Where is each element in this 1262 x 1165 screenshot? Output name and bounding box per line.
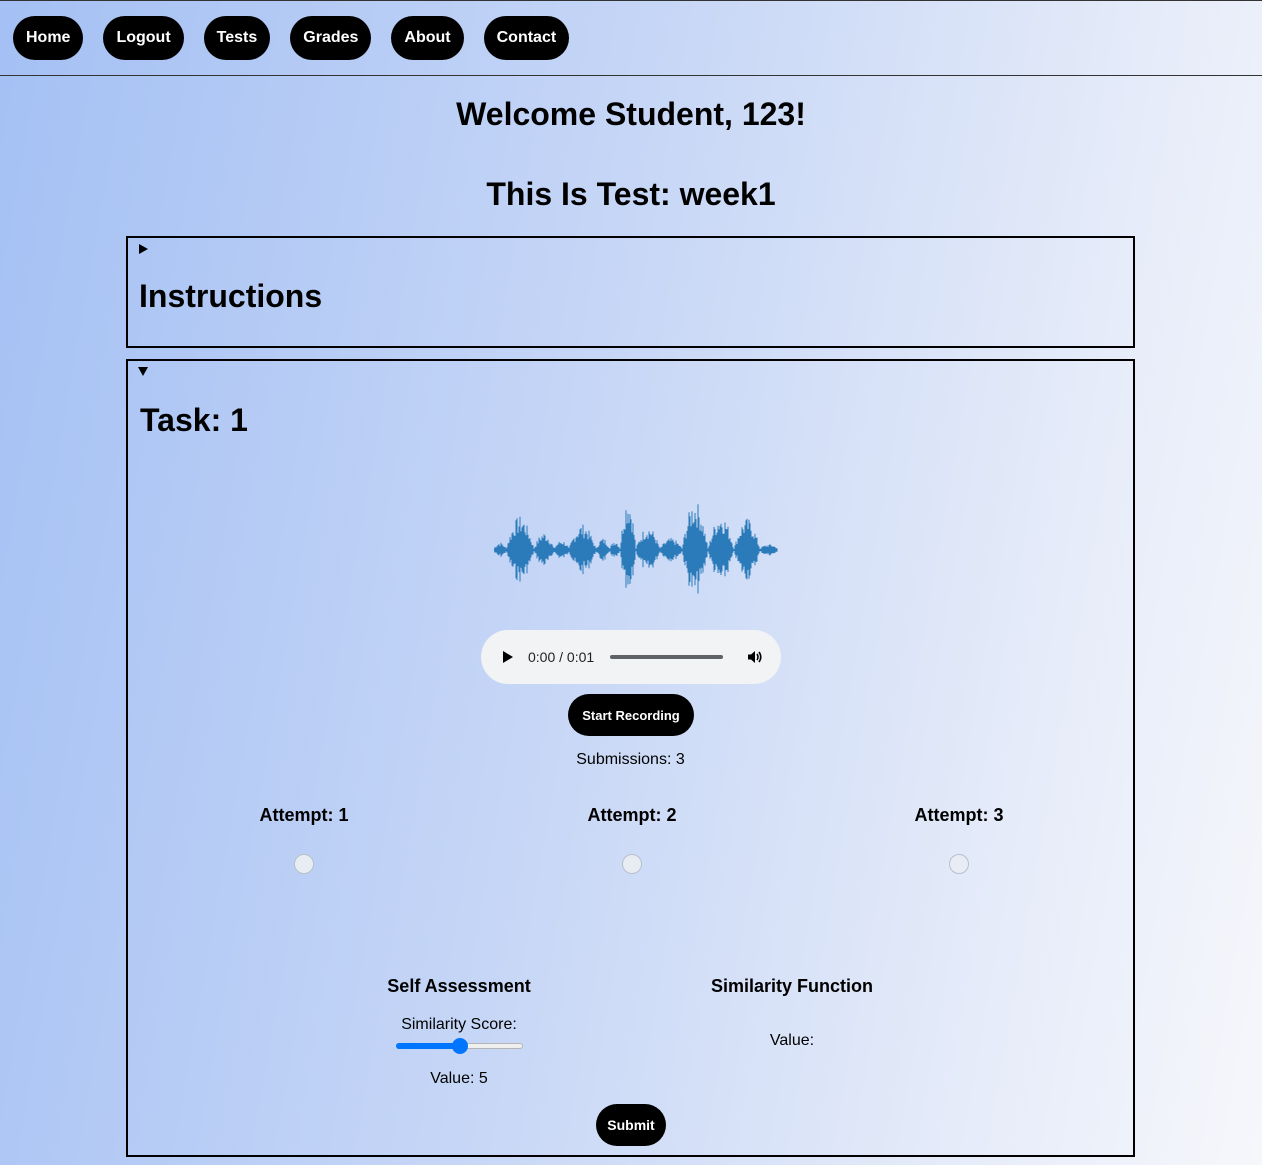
- similarity-function-title: Similarity Function: [710, 976, 874, 996]
- nav-logout-button[interactable]: Logout: [103, 16, 184, 60]
- attempt-3: Attempt: 3: [859, 805, 1059, 874]
- triangle-down-icon[interactable]: [138, 367, 148, 376]
- top-navigation: Home Logout Tests Grades About Contact: [0, 0, 1262, 76]
- audio-time: 0:00 / 0:01: [528, 649, 595, 665]
- nav-home-button[interactable]: Home: [13, 16, 84, 60]
- waveform-image: [494, 504, 778, 594]
- attempt-label: Attempt: 2: [587, 805, 677, 825]
- play-icon[interactable]: [503, 651, 513, 663]
- attempt-1-radio[interactable]: [294, 854, 314, 874]
- start-recording-button[interactable]: Start Recording: [568, 694, 694, 736]
- instructions-section: Instructions: [126, 236, 1135, 348]
- task-title[interactable]: Task: 1: [140, 402, 248, 439]
- volume-icon[interactable]: [747, 649, 763, 665]
- task-section: Task: 1 0:00 / 0:01 Start Recording Subm…: [126, 359, 1135, 1157]
- triangle-right-icon[interactable]: [139, 244, 148, 254]
- self-assessment-title: Self Assessment: [387, 976, 531, 996]
- nav-contact-button[interactable]: Contact: [483, 16, 570, 60]
- submit-button[interactable]: Submit: [596, 1104, 666, 1146]
- waveform-path: [494, 504, 778, 594]
- audio-player[interactable]: 0:00 / 0:01: [481, 630, 781, 684]
- test-title: This Is Test: week1: [486, 176, 776, 212]
- attempt-2: Attempt: 2: [532, 805, 732, 874]
- nav-tests-button[interactable]: Tests: [203, 16, 271, 60]
- similarity-function-value: Value:: [769, 1032, 815, 1049]
- attempt-2-radio[interactable]: [622, 854, 642, 874]
- self-assessment-value: Value: 5: [430, 1070, 488, 1087]
- instructions-title[interactable]: Instructions: [139, 278, 322, 315]
- nav-grades-button[interactable]: Grades: [290, 16, 372, 60]
- attempt-3-radio[interactable]: [949, 854, 969, 874]
- welcome-heading: Welcome Student, 123!: [456, 96, 806, 132]
- slider-thumb[interactable]: [451, 1038, 468, 1054]
- attempt-label: Attempt: 1: [259, 805, 349, 825]
- similarity-score-label: Similarity Score:: [401, 1016, 517, 1033]
- submissions-count: Submissions: 3: [576, 751, 685, 768]
- slider-fill: [396, 1043, 460, 1049]
- attempt-1: Attempt: 1: [204, 805, 404, 874]
- attempt-label: Attempt: 3: [914, 805, 1004, 825]
- audio-progress-bar[interactable]: [610, 655, 723, 659]
- similarity-score-slider[interactable]: [396, 1038, 523, 1054]
- nav-about-button[interactable]: About: [391, 16, 464, 60]
